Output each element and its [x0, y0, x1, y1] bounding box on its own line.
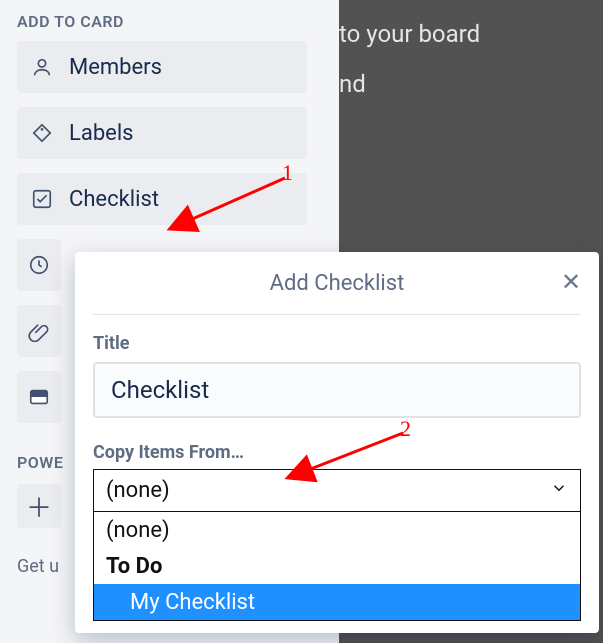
cover-icon — [28, 386, 50, 408]
background-text: to your board — [339, 20, 480, 48]
section-title: ADD TO CARD — [17, 12, 322, 31]
annotation-label-1: 1 — [282, 160, 293, 186]
copy-items-select[interactable]: (none) — [93, 469, 581, 511]
close-icon: ✕ — [561, 268, 581, 296]
button-label: Checklist — [69, 187, 159, 212]
copy-items-dropdown: (none) To Do My Checklist — [93, 511, 581, 621]
popover-header: Add Checklist ✕ — [93, 252, 581, 314]
person-icon — [31, 56, 53, 78]
dropdown-option-none[interactable]: (none) — [94, 512, 580, 548]
title-label: Title — [93, 333, 581, 354]
button-label: Members — [69, 55, 162, 80]
copy-items-label: Copy Items From… — [93, 442, 581, 463]
close-button[interactable]: ✕ — [557, 268, 585, 296]
add-checklist-popover: Add Checklist ✕ Title Copy Items From… (… — [75, 252, 599, 633]
popover-title: Add Checklist — [270, 271, 405, 296]
dates-button[interactable] — [17, 239, 61, 291]
tag-icon — [31, 122, 53, 144]
button-label: Labels — [69, 121, 134, 146]
paperclip-icon — [28, 320, 50, 342]
clock-icon — [28, 254, 50, 276]
background-text: nd — [339, 70, 366, 98]
add-powerup-button[interactable]: ＋ — [17, 484, 61, 528]
dropdown-option-checklist[interactable]: My Checklist — [94, 584, 580, 620]
plus-icon: ＋ — [26, 488, 52, 525]
cover-button[interactable] — [17, 371, 61, 423]
annotation-label-2: 2 — [400, 416, 411, 442]
members-button[interactable]: Members — [17, 41, 307, 93]
select-value: (none) — [106, 478, 170, 503]
checklist-title-input[interactable] — [93, 362, 581, 418]
labels-button[interactable]: Labels — [17, 107, 307, 159]
divider — [93, 314, 581, 315]
attachment-button[interactable] — [17, 305, 61, 357]
checklist-button[interactable]: Checklist — [17, 173, 307, 225]
dropdown-option-card[interactable]: To Do — [94, 548, 580, 584]
chevron-down-icon — [550, 478, 568, 503]
check-box-icon — [31, 188, 53, 210]
